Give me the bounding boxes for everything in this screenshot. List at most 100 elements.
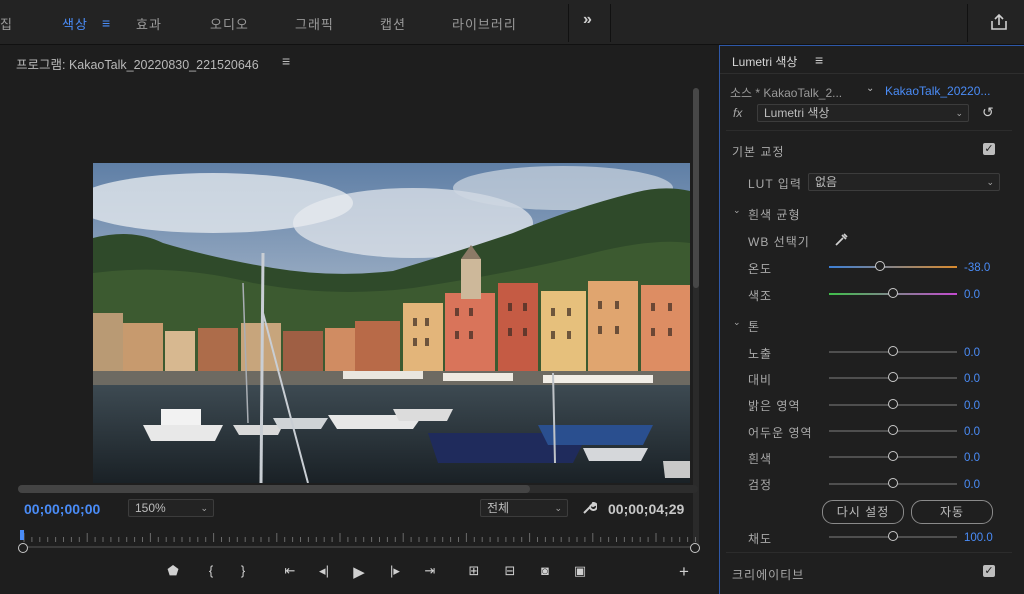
step-forward-icon[interactable]: |▸ [385, 563, 405, 579]
zoom-select[interactable]: 150% ⌄ [128, 499, 214, 517]
wrench-icon[interactable] [581, 500, 597, 516]
blacks-knob[interactable] [887, 478, 898, 488]
camera-icon[interactable]: ◙ [535, 563, 555, 578]
tab-audio[interactable]: 오디오 [210, 14, 249, 33]
in-point-handle[interactable] [18, 543, 28, 553]
lumetri-title: Lumetri 색상 [732, 55, 798, 69]
workspace-bar: 집 색상 ≡ 효과 오디오 그래픽 캡션 라이브러리 » [0, 0, 1024, 45]
saturation-label: 채도 [748, 532, 773, 546]
creative-checkbox[interactable]: ✓ [983, 565, 995, 577]
chevron-down-icon[interactable]: ⌄ [866, 83, 874, 94]
lumetri-menu-icon[interactable]: ≡ [815, 52, 823, 68]
playhead-marker[interactable] [20, 530, 24, 540]
effect-name: Lumetri 색상 [764, 106, 830, 120]
shadows-knob[interactable] [887, 425, 898, 435]
blacks-value[interactable]: 0.0 [964, 479, 980, 491]
go-to-out-icon[interactable]: ⇥ [420, 563, 440, 579]
tab-captions[interactable]: 캡션 [380, 14, 406, 33]
eyedropper-icon[interactable] [833, 232, 849, 248]
basic-correction-header[interactable]: 기본 교정 [732, 143, 785, 160]
divider [610, 4, 611, 42]
temperature-knob[interactable] [874, 261, 885, 271]
quality-value: 전체 [487, 501, 510, 515]
tab-effects[interactable]: 효과 [136, 14, 162, 33]
program-title: 프로그램: KakaoTalk_20220830_221520646 [16, 58, 259, 72]
share-icon[interactable] [989, 12, 1009, 32]
highlights-knob[interactable] [887, 399, 898, 409]
whites-knob[interactable] [887, 451, 898, 461]
source-clip-label[interactable]: 소스 * KakaoTalk_2... [730, 84, 842, 101]
scrub-bar[interactable] [20, 546, 698, 548]
saturation-value[interactable]: 100.0 [964, 532, 993, 544]
chevron-down-icon: ⌄ [986, 177, 994, 187]
lut-select[interactable]: 없음 ⌄ [808, 173, 1000, 191]
lift-icon[interactable]: ⊞ [464, 563, 484, 579]
saturation-knob[interactable] [887, 531, 898, 541]
fx-icon[interactable]: fx [733, 106, 742, 120]
comparison-view-icon[interactable]: ▣ [570, 563, 590, 579]
add-button-icon[interactable]: + [674, 562, 694, 582]
duration-timecode: 00;00;04;29 [608, 501, 685, 517]
white-balance-header[interactable]: 흰색 균형 [748, 206, 801, 223]
whites-value[interactable]: 0.0 [964, 452, 980, 464]
sequence-clip-label[interactable]: KakaoTalk_20220... [885, 84, 990, 98]
highlights-label: 밝은 영역 [748, 399, 801, 413]
time-ruler[interactable] [20, 530, 698, 544]
chevron-down-icon: ⌄ [554, 503, 562, 513]
tab-graphics[interactable]: 그래픽 [295, 14, 334, 33]
reset-button[interactable]: 다시 설정 [822, 500, 904, 524]
wb-picker-label: WB 선택기 [748, 235, 810, 249]
shadows-value[interactable]: 0.0 [964, 426, 980, 438]
tint-value[interactable]: 0.0 [964, 289, 980, 301]
current-timecode[interactable]: 00;00;00;00 [24, 501, 100, 517]
exposure-value[interactable]: 0.0 [964, 347, 980, 359]
auto-button[interactable]: 자동 [911, 500, 993, 524]
shadows-label: 어두운 영역 [748, 426, 813, 440]
creative-header[interactable]: 크리에이티브 [732, 566, 804, 583]
video-frame [93, 163, 690, 483]
highlights-value[interactable]: 0.0 [964, 400, 980, 412]
tab-assembly[interactable]: 집 [0, 14, 13, 33]
divider [967, 4, 968, 42]
chevron-down-icon[interactable]: ⌄ [733, 205, 741, 216]
horizontal-scroll-thumb[interactable] [18, 485, 530, 493]
vertical-scroll-thumb[interactable] [693, 88, 699, 288]
tab-libraries[interactable]: 라이브러리 [452, 14, 517, 33]
play-icon[interactable]: ▶ [349, 563, 369, 581]
hamburger-icon[interactable]: ≡ [102, 15, 110, 31]
zoom-value: 150% [135, 501, 166, 515]
mark-in-icon[interactable]: { [201, 563, 221, 578]
mark-out-icon[interactable]: } [233, 563, 253, 578]
add-marker-icon[interactable]: ⬟ [163, 563, 183, 579]
divider [726, 130, 1012, 131]
quality-select[interactable]: 전체 ⌄ [480, 499, 568, 517]
divider [568, 4, 569, 42]
harbor-scene-image [93, 163, 690, 483]
go-to-in-icon[interactable]: ⇤ [280, 563, 300, 579]
temperature-value[interactable]: -38.0 [964, 262, 990, 274]
temperature-track[interactable] [829, 266, 957, 268]
tone-header[interactable]: 톤 [748, 318, 760, 335]
basic-correction-checkbox[interactable]: ✓ [983, 143, 995, 155]
chevron-down-icon[interactable]: ⌄ [733, 317, 741, 328]
whites-label: 흰색 [748, 452, 773, 466]
step-back-icon[interactable]: ◂| [314, 563, 334, 579]
exposure-label: 노출 [748, 347, 773, 361]
chevron-down-icon: ⌄ [200, 503, 208, 513]
tab-color[interactable]: 색상 [62, 14, 88, 33]
program-menu-icon[interactable]: ≡ [282, 53, 290, 69]
divider [726, 552, 1012, 553]
lut-label: LUT 입력 [748, 177, 802, 191]
extract-icon[interactable]: ⊟ [500, 563, 520, 579]
lut-value: 없음 [815, 175, 838, 189]
contrast-value[interactable]: 0.0 [964, 373, 980, 385]
tint-knob[interactable] [887, 288, 898, 298]
overflow-icon[interactable]: » [583, 11, 592, 29]
exposure-knob[interactable] [887, 346, 898, 356]
reset-effect-icon[interactable]: ↺ [982, 104, 994, 121]
tint-label: 색조 [748, 289, 773, 303]
effect-select[interactable]: Lumetri 색상 ⌄ [757, 104, 969, 122]
out-point-handle[interactable] [690, 543, 700, 553]
contrast-knob[interactable] [887, 372, 898, 382]
temperature-label: 온도 [748, 262, 773, 276]
